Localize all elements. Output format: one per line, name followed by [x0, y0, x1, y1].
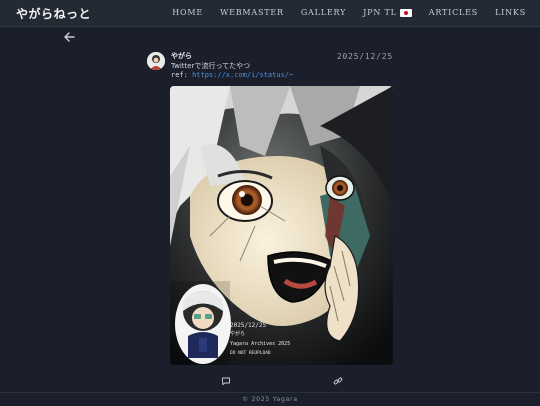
ref-link[interactable]: https://x.com/i/status/~ — [192, 71, 293, 79]
post-author[interactable]: やがら — [171, 51, 192, 61]
post-ref: ref: https://x.com/i/status/~ — [171, 71, 293, 79]
author-avatar[interactable] — [147, 52, 165, 70]
footer-copyright: © 2025 Yagara — [242, 396, 298, 403]
comment-icon[interactable] — [221, 371, 231, 386]
nav-webmaster[interactable]: WEBMASTER — [220, 8, 284, 17]
site-footer: © 2025 Yagara — [0, 392, 540, 406]
nav-gallery[interactable]: GALLERY — [301, 8, 346, 17]
post-date: 2025/12/25 — [336, 52, 393, 61]
nav-links[interactable]: LINKS — [495, 8, 526, 17]
site-brand[interactable]: やがらねっと — [16, 5, 91, 22]
artwork-caption-line: DO NOT REUPLOAD — [230, 350, 271, 356]
artwork-caption-line: Yagara Archives 2025 — [230, 341, 290, 347]
ref-prefix: ref: — [171, 71, 193, 79]
nav-jpn-tl-label: JPN TL — [363, 8, 397, 17]
post-text: Twitterで流行ってたやつ — [171, 62, 251, 70]
back-arrow-icon[interactable] — [62, 30, 76, 44]
japan-flag-icon — [399, 8, 412, 17]
nav-jpn-tl[interactable]: JPN TL — [363, 8, 412, 17]
main-nav: HOME WEBMASTER GALLERY JPN TL ARTICLES L… — [155, 8, 526, 17]
nav-articles[interactable]: ARTICLES — [429, 8, 478, 17]
top-navigation-bar: やがらねっと HOME WEBMASTER GALLERY JPN TL ART… — [0, 0, 540, 27]
artwork-caption-line: やがら — [230, 330, 245, 337]
link-icon[interactable] — [333, 371, 343, 385]
artwork-caption-line: 2025/12/25 — [230, 322, 267, 329]
post-artwork[interactable]: 2025/12/25 やがら Yagara Archives 2025 DO N… — [170, 86, 393, 365]
nav-home[interactable]: HOME — [172, 8, 203, 17]
